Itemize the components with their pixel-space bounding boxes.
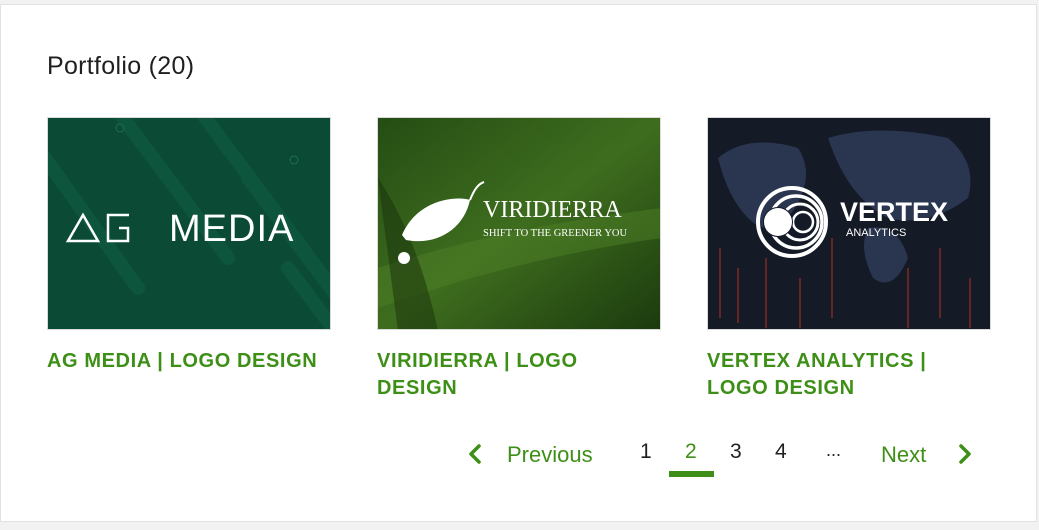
portfolio-item-vertex[interactable]: VERTEX ANALYTICS VERTEX ANALYTICS | LOGO… — [707, 117, 991, 402]
viridierra-logo-image: VIRIDIERRA SHIFT TO THE GREENER YOU — [378, 118, 660, 329]
portfolio-item-title[interactable]: VERTEX ANALYTICS | LOGO DESIGN — [707, 348, 991, 402]
chevron-left-icon[interactable] — [466, 443, 486, 471]
vertex-logo-image: VERTEX ANALYTICS — [708, 118, 990, 329]
viridierra-logo-text: VIRIDIERRA — [483, 197, 622, 223]
page-3-link[interactable]: 3 — [730, 440, 742, 464]
portfolio-thumbnail[interactable]: MEDIA — [47, 117, 331, 330]
section-title: Portfolio (20) — [47, 52, 195, 80]
page-2-link[interactable]: 2 — [685, 440, 697, 464]
viridierra-tagline: SHIFT TO THE GREENER YOU — [483, 228, 628, 239]
page-1-link[interactable]: 1 — [640, 440, 652, 464]
pagination-ellipsis: ... — [826, 440, 842, 460]
vertex-logo-text: VERTEX — [840, 197, 948, 227]
portfolio-thumbnail[interactable]: VIRIDIERRA SHIFT TO THE GREENER YOU — [377, 117, 661, 330]
pagination: Previous 1 2 3 4 ... Next — [0, 436, 1039, 480]
portfolio-thumbnail[interactable]: VERTEX ANALYTICS — [707, 117, 991, 330]
ag-media-logo-image: MEDIA — [48, 118, 330, 329]
page-4-link[interactable]: 4 — [775, 440, 787, 464]
ag-logo-text: MEDIA — [169, 208, 294, 250]
portfolio-item-title[interactable]: AG MEDIA | LOGO DESIGN — [47, 348, 331, 375]
vertex-tagline: ANALYTICS — [846, 227, 906, 239]
previous-button[interactable]: Previous — [507, 442, 593, 468]
portfolio-item-title[interactable]: VIRIDIERRA | LOGO DESIGN — [377, 348, 661, 402]
portfolio-item-viridierra[interactable]: VIRIDIERRA SHIFT TO THE GREENER YOU VIRI… — [377, 117, 661, 402]
portfolio-item-ag-media[interactable]: MEDIA AG MEDIA | LOGO DESIGN — [47, 117, 331, 375]
chevron-right-icon[interactable] — [955, 443, 975, 471]
next-button[interactable]: Next — [881, 442, 926, 468]
active-page-indicator — [669, 471, 714, 477]
